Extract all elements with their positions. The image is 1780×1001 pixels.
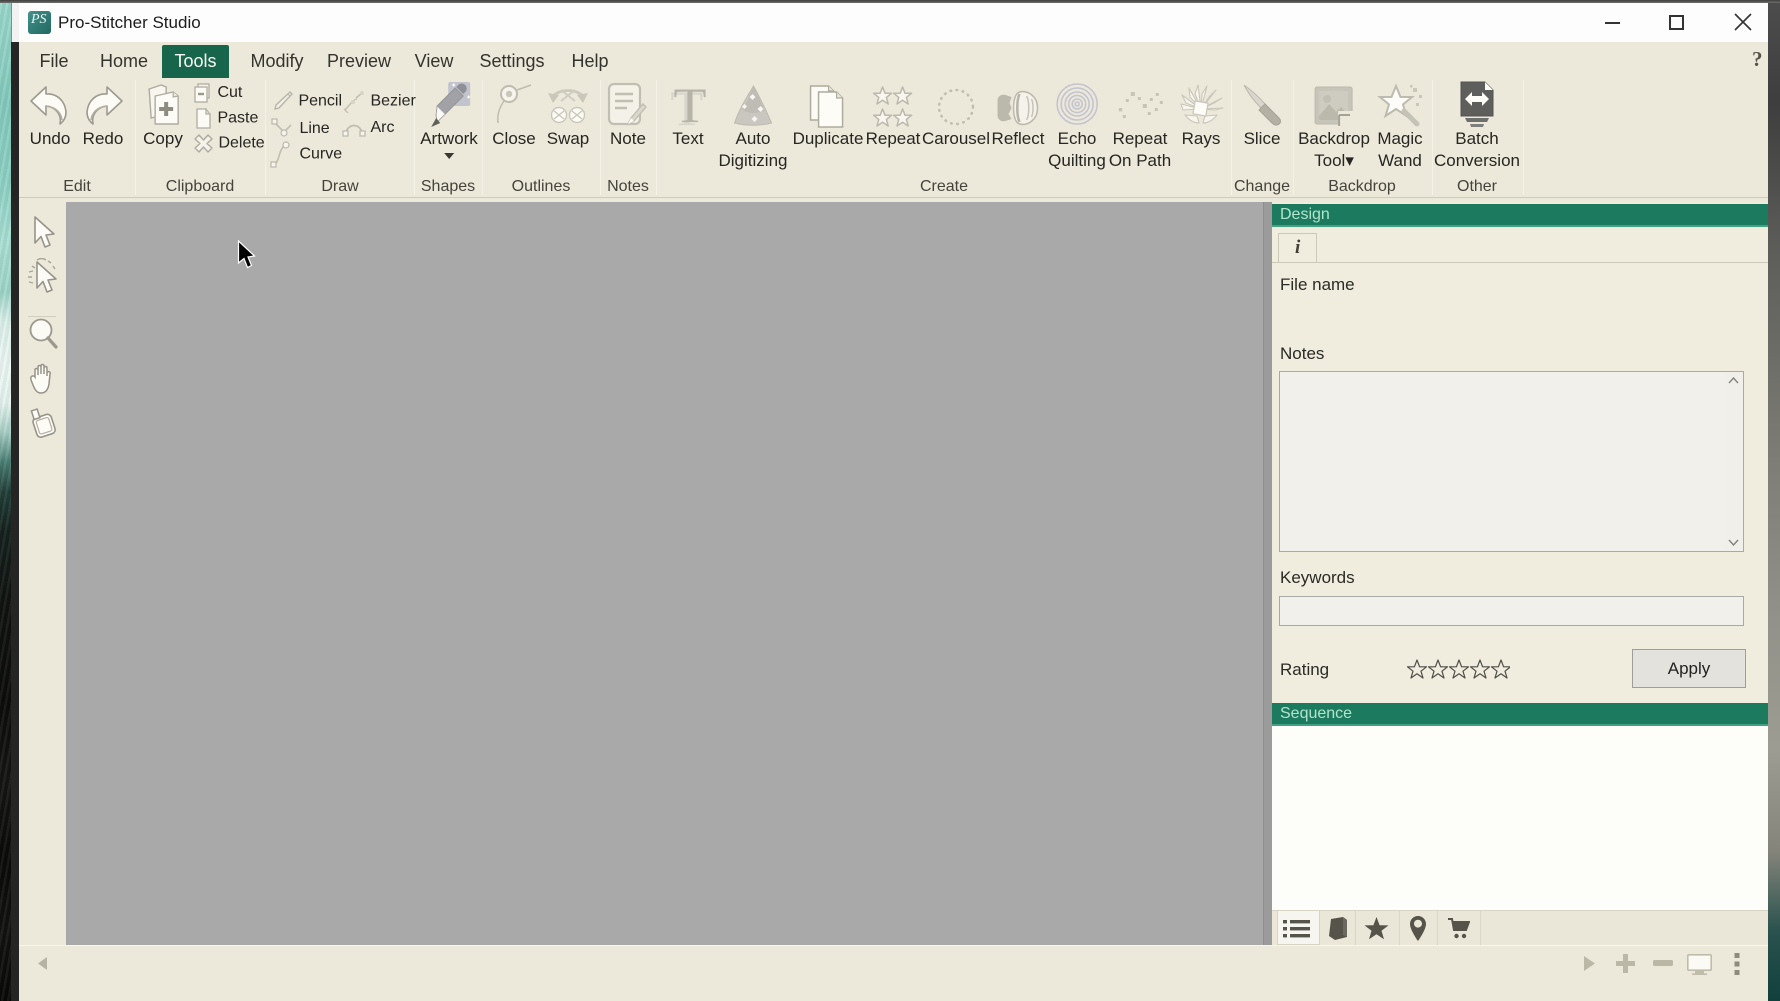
svg-text:T: T <box>674 84 707 128</box>
